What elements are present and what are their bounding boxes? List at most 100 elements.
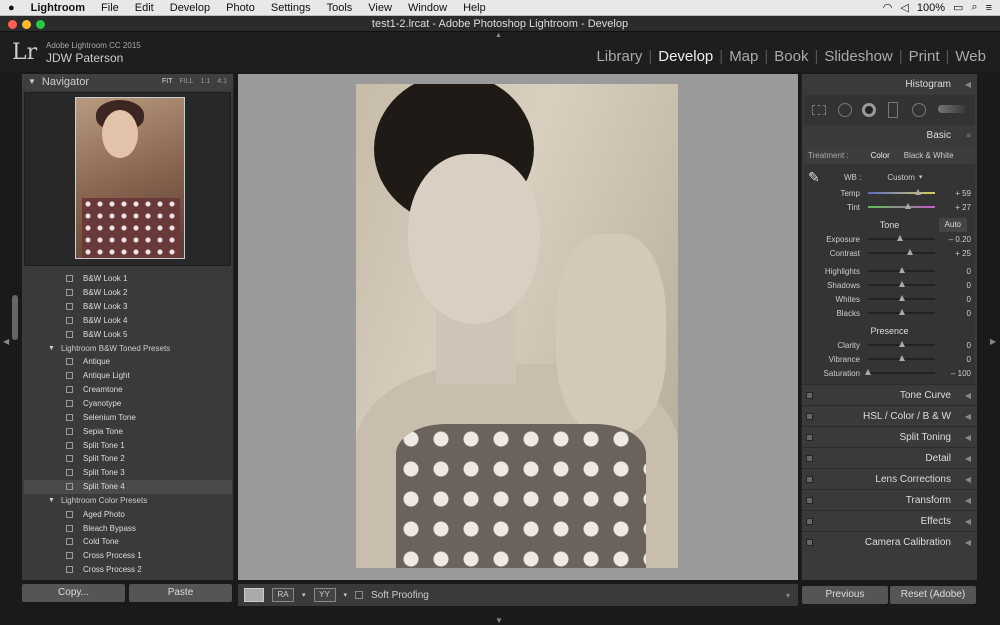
previous-button[interactable]: Previous [802,586,888,604]
close-window-button[interactable] [8,20,17,29]
presets-list[interactable]: B&W Look 1 B&W Look 2 B&W Look 3 B&W Look 4… [24,272,232,578]
adjustment-brush-icon[interactable] [938,105,968,113]
histogram-header[interactable]: Histogram ◀ [802,74,977,95]
preset-item[interactable]: Sepia Tone [24,424,232,438]
radial-filter-icon[interactable] [912,103,926,117]
loupe-view-button[interactable] [244,588,264,602]
treatment-color-option[interactable]: Color [871,151,890,160]
clarity-thumb[interactable] [898,341,905,347]
minimize-window-button[interactable] [22,20,31,29]
toolbar-menu-icon[interactable]: ▾ [786,591,790,600]
panel-split-toning[interactable]: Split Toning ◀ [802,426,977,447]
top-panel-arrow-icon[interactable]: ▲ [495,32,502,39]
temp-value[interactable]: + 59 [941,189,971,198]
before-after-button[interactable]: RA [272,588,294,602]
white-balance-selector-icon[interactable]: ✎ [808,169,824,186]
expand-left-icon[interactable]: ◀ [965,532,971,553]
expand-left-icon[interactable]: ◀ [965,490,971,511]
spot-removal-icon[interactable] [838,103,852,117]
preset-item[interactable]: Aged Photo [24,507,232,521]
preset-item[interactable]: Cyanotype [24,397,232,411]
preset-item[interactable]: B&W Look 3 [24,300,232,314]
right-panel-arrow-icon[interactable]: ▶ [990,337,996,346]
temp-slider[interactable] [868,189,935,195]
zoom-4-1[interactable]: 4:1 [217,74,227,90]
zoom-fit[interactable]: FIT [162,74,173,90]
module-web[interactable]: Web [949,48,992,65]
menu-list-icon[interactable]: ≡ [986,2,992,14]
module-develop[interactable]: Develop [652,48,719,65]
menu-view[interactable]: View [360,0,400,16]
module-map[interactable]: Map [723,48,764,65]
wifi-icon[interactable]: ◠ [883,1,893,14]
navigator-header[interactable]: ▼ Navigator FIT FILL 1:1 4:1 [22,74,233,90]
graduated-filter-icon[interactable] [888,102,898,118]
highlights-slider[interactable] [868,267,935,273]
shadows-value[interactable]: 0 [941,281,971,290]
menu-file[interactable]: File [93,0,127,16]
exposure-thumb[interactable] [897,235,904,241]
panel-camera-calibration[interactable]: Camera Calibration ◀ [802,531,977,552]
folder-triangle-icon[interactable]: ▼ [48,497,55,504]
preset-item[interactable]: B&W Look 2 [24,286,232,300]
contrast-value[interactable]: + 25 [941,249,971,258]
apple-icon[interactable]: ● [0,0,23,16]
auto-tone-button[interactable]: Auto [938,218,967,232]
preset-item[interactable]: Cross Process 2 [24,563,232,577]
whites-thumb[interactable] [898,295,905,301]
preset-item[interactable]: Creamtone [24,383,232,397]
wb-value[interactable]: Custom [887,173,915,182]
expand-left-icon[interactable]: ◀ [965,385,971,406]
navigator-thumbnail[interactable] [75,97,185,259]
preset-item[interactable]: Antique [24,355,232,369]
tint-thumb[interactable] [905,203,912,209]
module-library[interactable]: Library [590,48,648,65]
basic-header[interactable]: Basic ≡ [802,125,977,146]
left-panel-scrollbar[interactable] [12,295,18,340]
module-slideshow[interactable]: Slideshow [818,48,898,65]
preset-item[interactable]: Bleach Bypass [24,521,232,535]
battery-label[interactable]: 100% [917,2,945,14]
copy-settings-button[interactable]: Copy... [22,584,125,602]
left-panel-arrow-icon[interactable]: ◀ [3,337,9,346]
panel-toggle-switch[interactable] [806,413,813,420]
panel-toggle-switch[interactable] [806,497,813,504]
panel-detail[interactable]: Detail ◀ [802,447,977,468]
blacks-value[interactable]: 0 [941,309,971,318]
highlights-thumb[interactable] [898,267,905,273]
soft-proofing-checkbox[interactable] [355,591,364,599]
saturation-value[interactable]: – 100 [941,369,971,378]
preset-item[interactable]: Cross Process 1 [24,549,232,563]
before-after-split-button[interactable]: YY [313,588,336,602]
shadows-thumb[interactable] [898,281,905,287]
panel-toggle-switch[interactable] [806,476,813,483]
menu-photo[interactable]: Photo [218,0,263,16]
filmstrip-arrow-icon[interactable]: ▼ [495,616,503,625]
vibrance-slider[interactable] [868,355,935,361]
expand-left-icon[interactable]: ◀ [965,448,971,469]
expand-left-icon[interactable]: ◀ [965,511,971,532]
exposure-slider[interactable] [868,235,935,241]
preset-folder[interactable]: ▼ Lightroom B&W Toned Presets [24,341,232,355]
tint-slider[interactable] [868,203,935,209]
expand-left-icon[interactable]: ◀ [965,406,971,427]
expand-left-icon[interactable]: ◀ [965,427,971,448]
soft-proofing-label[interactable]: Soft Proofing [371,590,429,601]
vibrance-value[interactable]: 0 [941,355,971,364]
crop-tool-icon[interactable] [812,105,826,115]
panel-hsl-color-b-w[interactable]: HSL / Color / B & W ◀ [802,405,977,426]
temp-thumb[interactable] [914,189,921,195]
panel-effects[interactable]: Effects ◀ [802,510,977,531]
reset-button[interactable]: Reset (Adobe) [890,586,976,604]
blacks-thumb[interactable] [898,309,905,315]
treatment-bw-option[interactable]: Black & White [904,151,954,160]
exposure-value[interactable]: – 0.20 [941,235,971,244]
preset-item[interactable]: B&W Look 5 [24,327,232,341]
panel-toggle-switch[interactable] [806,392,813,399]
preset-item[interactable]: Split Tone 4 [24,479,232,494]
chevron-down-icon[interactable]: ▾ [344,591,348,599]
preset-item[interactable]: Selenium Tone [24,410,232,424]
spotlight-icon[interactable]: ⌕ [971,1,977,14]
panel-toggle-switch[interactable] [806,455,813,462]
preset-item[interactable]: Split Tone 1 [24,438,232,452]
